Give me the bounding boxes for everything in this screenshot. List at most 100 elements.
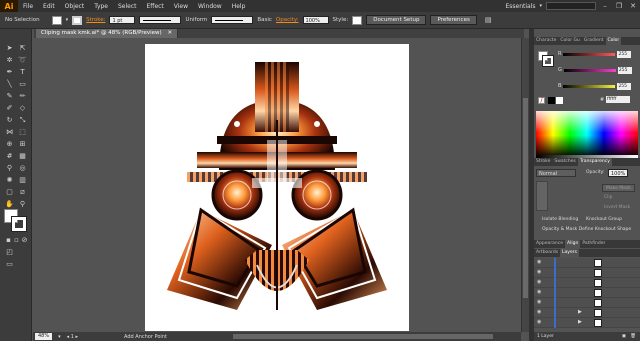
layer-row[interactable]: ◉	[534, 258, 640, 268]
layer-row[interactable]: ◉	[534, 288, 640, 298]
document-setup-button[interactable]: Document Setup	[366, 15, 427, 25]
zoom-tool-icon[interactable]: ⚲	[17, 199, 28, 209]
tab-artboards[interactable]: Artboards	[534, 249, 560, 257]
selection-tool-icon[interactable]: ➤	[4, 43, 15, 53]
trash-icon[interactable]: 🗑	[630, 332, 636, 341]
make-mask-button[interactable]: Make Mask	[602, 184, 635, 192]
chevron-down-icon[interactable]: ▾	[66, 17, 69, 23]
isolate-blending-checkbox[interactable]: Isolate Blending	[542, 217, 578, 222]
r-slider[interactable]	[563, 52, 616, 56]
preferences-button[interactable]: Preferences	[430, 15, 477, 25]
scale-tool-icon[interactable]: ⤡	[17, 115, 28, 125]
artwork[interactable]	[157, 60, 397, 322]
layer-row[interactable]: ◉	[534, 278, 640, 288]
opacity-label[interactable]: Opacity:	[276, 17, 299, 23]
close-icon[interactable]: ✕	[628, 2, 638, 10]
b-slider[interactable]	[563, 84, 616, 88]
new-layer-icon[interactable]: ▣	[622, 332, 626, 341]
layer-row[interactable]: ◉	[534, 298, 640, 308]
width-tool-icon[interactable]: ⋈	[4, 127, 15, 137]
eye-icon[interactable]: ◉	[537, 300, 543, 305]
lasso-tool-icon[interactable]: ➰	[17, 55, 28, 65]
rotate-tool-icon[interactable]: ↻	[4, 115, 15, 125]
tab-layers[interactable]: Layers	[560, 249, 579, 257]
expand-arrow-icon[interactable]: ▶	[578, 319, 582, 325]
screen-mode-icon[interactable]: ▭	[4, 259, 15, 269]
eyedropper-tool-icon[interactable]: ⚲	[4, 163, 15, 173]
menu-select[interactable]: Select	[113, 3, 142, 10]
rectangle-tool-icon[interactable]: ▭	[17, 79, 28, 89]
stroke-weight-field[interactable]: 1 pt	[109, 16, 136, 24]
drawing-mode-icon[interactable]: ◰	[4, 247, 15, 257]
canvas-area[interactable]	[33, 38, 521, 332]
zoom-field[interactable]: 48%	[35, 333, 53, 340]
pencil-tool-icon[interactable]: ✏	[17, 91, 28, 101]
blend-tool-icon[interactable]: ◎	[17, 163, 28, 173]
eye-icon[interactable]: ◉	[537, 310, 543, 315]
opacity-mask-checkbox[interactable]: Opacity & Mask Define Knockout Shape	[542, 227, 631, 232]
menu-effect[interactable]: Effect	[142, 3, 169, 10]
paintbrush-tool-icon[interactable]: ✎	[4, 91, 15, 101]
menu-window[interactable]: Window	[193, 3, 227, 10]
restore-icon[interactable]: ❐	[614, 2, 624, 10]
perspective-grid-tool-icon[interactable]: ⊞	[17, 139, 28, 149]
shape-builder-tool-icon[interactable]: ⊕	[4, 139, 15, 149]
brush-dropdown[interactable]	[211, 16, 254, 24]
graphic-style-swatch[interactable]	[352, 15, 363, 25]
artboard-nav-icon[interactable]: ◂ 1 ▸	[67, 334, 78, 340]
opacity-field[interactable]: 100%	[302, 16, 329, 24]
eye-icon[interactable]: ◉	[537, 320, 543, 325]
eye-icon[interactable]: ◉	[537, 280, 543, 285]
artboard-tool-icon[interactable]: ▢	[4, 187, 15, 197]
gradient-tool-icon[interactable]: ▦	[17, 151, 28, 161]
mesh-tool-icon[interactable]: #	[4, 151, 15, 161]
tab-align[interactable]: Align	[565, 240, 581, 248]
tab-color[interactable]: Color	[605, 37, 622, 45]
black-swatch[interactable]	[548, 97, 555, 104]
tab-pathfinder[interactable]: Pathfinder	[580, 240, 607, 248]
horizontal-scrollbar[interactable]	[233, 334, 493, 339]
layer-row[interactable]: ◉ ▶	[534, 308, 640, 318]
tab-character[interactable]: Characte	[534, 37, 558, 45]
color-spectrum[interactable]	[536, 111, 638, 155]
none-mode-icon[interactable]: ⊘	[19, 235, 30, 245]
workspace-switcher[interactable]: Essentials	[505, 3, 535, 10]
column-graph-tool-icon[interactable]: ▥	[17, 175, 28, 185]
layer-row[interactable]: ◉	[534, 268, 640, 278]
eye-icon[interactable]: ◉	[537, 270, 543, 275]
chevron-down-icon[interactable]: ▾	[58, 334, 61, 340]
tab-appearance[interactable]: Appearance	[534, 240, 565, 248]
free-transform-tool-icon[interactable]: ⬚	[17, 127, 28, 137]
scroll-thumb[interactable]	[523, 98, 528, 298]
menu-object[interactable]: Object	[60, 3, 90, 10]
help-search-input[interactable]	[546, 2, 596, 10]
eye-icon[interactable]: ◉	[537, 260, 543, 265]
r-value-field[interactable]: 255	[617, 50, 632, 58]
layer-row[interactable]: ◉ ▶	[534, 318, 640, 328]
b-value-field[interactable]: 255	[617, 82, 632, 90]
hand-tool-icon[interactable]: ✋	[4, 199, 15, 209]
menu-help[interactable]: Help	[227, 3, 251, 10]
expand-arrow-icon[interactable]: ▶	[578, 309, 582, 315]
menu-edit[interactable]: Edit	[38, 3, 60, 10]
blob-brush-tool-icon[interactable]: ✐	[4, 103, 15, 113]
fill-swatch[interactable]	[51, 15, 62, 25]
menu-file[interactable]: File	[18, 3, 38, 10]
magic-wand-tool-icon[interactable]: ✲	[4, 55, 15, 65]
eraser-tool-icon[interactable]: ◇	[17, 103, 28, 113]
tab-gradient[interactable]: Gradient	[582, 37, 606, 45]
stroke-profile-dropdown[interactable]	[139, 16, 182, 24]
close-icon[interactable]: ✕	[167, 30, 172, 36]
white-swatch[interactable]	[556, 97, 563, 104]
stroke-swatch[interactable]	[72, 15, 83, 25]
document-tab[interactable]: Cliping mask kmk.ai* @ 48% (RGB/Preview)…	[36, 29, 179, 38]
panel-stroke-swatch[interactable]	[542, 55, 554, 67]
stroke-label[interactable]: Stroke:	[86, 17, 105, 23]
type-tool-icon[interactable]: T	[17, 67, 28, 77]
tab-swatches[interactable]: Swatches	[552, 158, 578, 166]
tab-transparency[interactable]: Transparency	[577, 158, 612, 166]
menu-type[interactable]: Type	[89, 3, 113, 10]
none-swatch-icon[interactable]: /	[538, 97, 545, 104]
symbol-sprayer-tool-icon[interactable]: ✺	[4, 175, 15, 185]
menu-view[interactable]: View	[169, 3, 193, 10]
